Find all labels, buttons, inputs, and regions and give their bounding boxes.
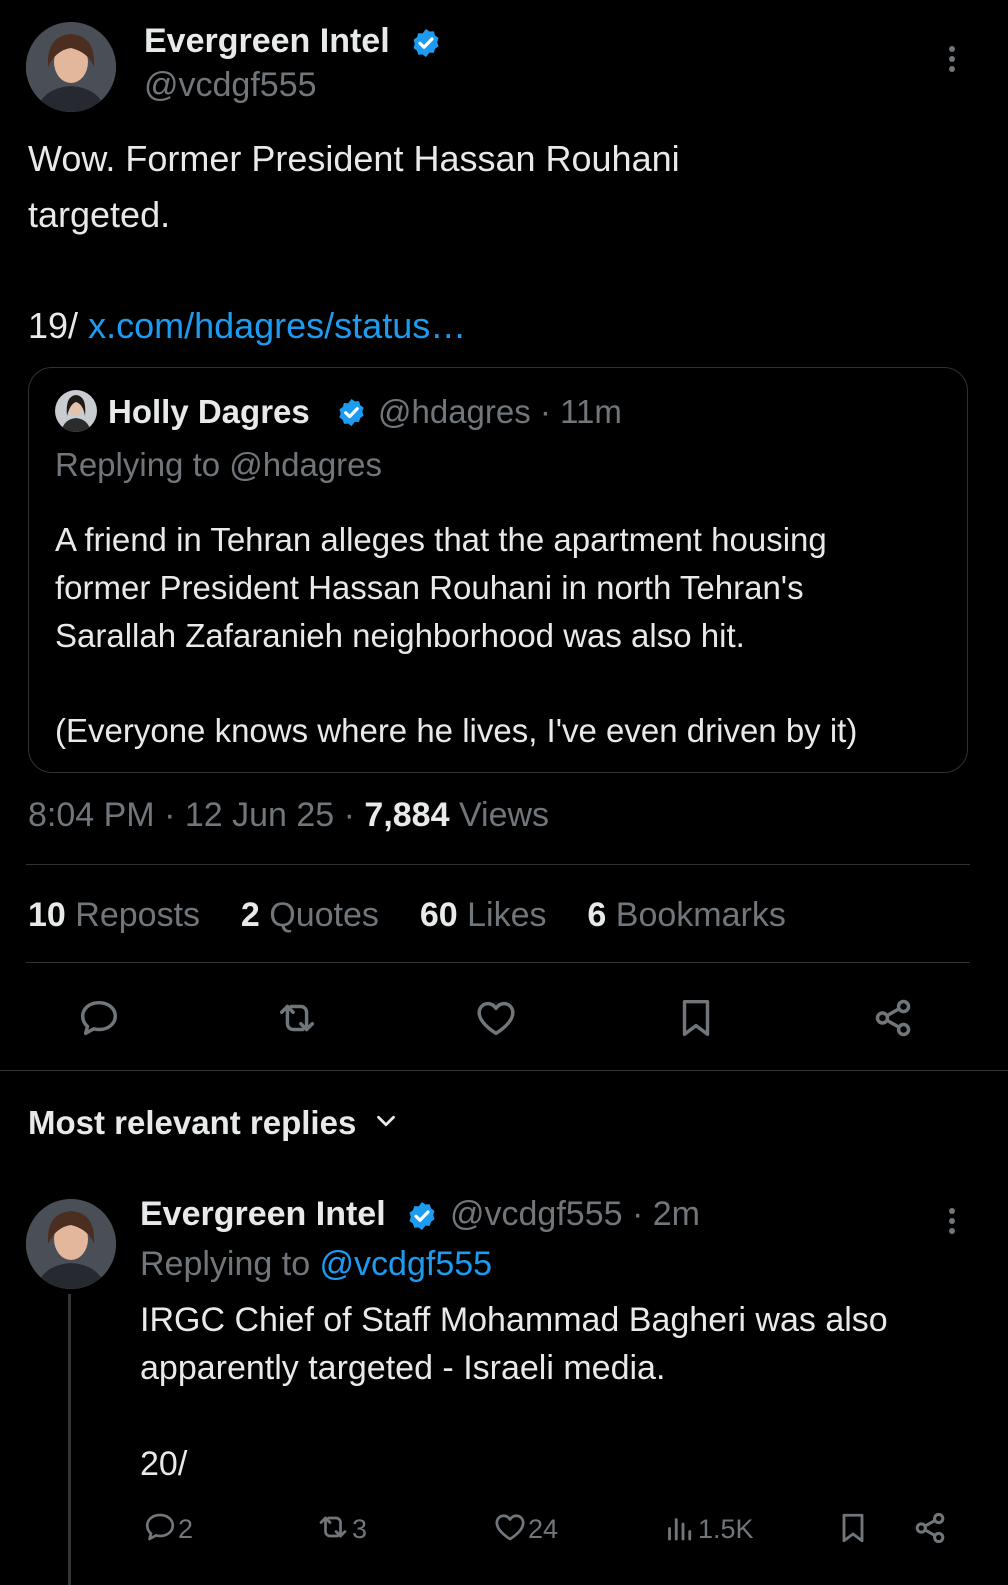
quoted-text-line: A friend in Tehran alleges that the apar… <box>55 521 827 558</box>
reply-reposts-count: 3 <box>352 1514 368 1544</box>
quoted-text-line: former President Hassan Rouhani in north… <box>55 569 804 606</box>
quoted-replying-to: Replying to @hdagres <box>55 446 383 483</box>
thread-line <box>68 1294 71 1585</box>
reply-views-action[interactable]: 1.5K <box>662 1509 754 1550</box>
reply-replies-count: 2 <box>178 1514 194 1544</box>
quoted-text-line: (Everyone knows where he lives, I've eve… <box>55 712 858 749</box>
reply-replying-to: Replying to @vcdgf555 <box>140 1245 492 1284</box>
likes-label: Likes <box>467 896 547 934</box>
views-label: Views <box>449 796 550 834</box>
repost-icon <box>314 1509 352 1550</box>
tweet-text-line-1: Wow. Former President Hassan Rouhani <box>28 138 680 179</box>
quoted-author-handle[interactable]: @hdagres · 11m <box>378 393 622 431</box>
bookmarks-stat[interactable]: 6 Bookmarks <box>587 896 785 934</box>
reply-more-options-icon[interactable] <box>949 1204 955 1238</box>
quoted-author-avatar[interactable] <box>55 390 97 432</box>
reply-author-handle[interactable]: @vcdgf555 · 2m <box>450 1195 700 1234</box>
more-options-icon[interactable] <box>949 42 955 76</box>
share-icon[interactable] <box>911 1509 949 1552</box>
reposts-count: 10 <box>28 896 66 934</box>
author-name[interactable]: Evergreen Intel <box>144 22 390 61</box>
chevron-down-icon <box>371 1106 401 1144</box>
reposts-stat[interactable]: 10 Reposts <box>28 896 200 934</box>
tweet-text-line-2: targeted. <box>28 194 171 235</box>
timestamp[interactable]: 8:04 PM · 12 Jun 25 · <box>28 796 364 834</box>
reply-likes-action[interactable]: 24 <box>492 1509 558 1550</box>
verified-badge-icon <box>410 27 442 64</box>
thread-number: 19/ <box>28 305 79 346</box>
reply-likes-count: 24 <box>528 1514 559 1544</box>
reply-text-line: IRGC Chief of Staff Mohammad Bagheri was… <box>140 1301 888 1339</box>
bookmarks-label: Bookmarks <box>615 896 786 934</box>
reply-text-line: apparently targeted - Israeli media. <box>140 1349 666 1387</box>
reply-author-avatar[interactable] <box>26 1199 116 1289</box>
replies-sort-label: Most relevant replies <box>28 1104 357 1141</box>
quoted-verified-badge-icon <box>336 397 367 433</box>
reply-author-name[interactable]: Evergreen Intel <box>140 1195 386 1234</box>
reply-verified-badge-icon <box>406 1200 438 1237</box>
views-icon <box>662 1509 698 1550</box>
quotes-count: 2 <box>240 896 260 934</box>
divider <box>26 864 970 865</box>
like-icon[interactable] <box>473 995 519 1046</box>
quotes-label: Quotes <box>269 896 379 934</box>
reposts-label: Reposts <box>75 896 201 934</box>
tweet-meta: 8:04 PM · 12 Jun 25 · 7,884 Views <box>28 796 549 835</box>
bookmark-icon[interactable] <box>835 1509 871 1552</box>
replies-sort-dropdown[interactable]: Most relevant replies <box>28 1104 401 1144</box>
quoted-tweet-text: A friend in Tehran alleges that the apar… <box>55 516 857 755</box>
author-avatar[interactable] <box>26 22 116 112</box>
reply-text: IRGC Chief of Staff Mohammad Bagheri was… <box>140 1296 888 1488</box>
bookmarks-count: 6 <box>587 896 607 934</box>
likes-stat[interactable]: 60 Likes <box>420 896 547 934</box>
reply-thread-number: 20/ <box>140 1445 188 1483</box>
author-handle[interactable]: @vcdgf555 <box>144 66 317 105</box>
reply-replies-action[interactable]: 2 <box>142 1509 193 1550</box>
likes-count: 60 <box>419 896 458 934</box>
quoted-author-name[interactable]: Holly Dagres <box>108 393 310 431</box>
stats-row: 10 Reposts 2 Quotes 60 Likes 6 Bookmarks <box>28 896 786 935</box>
repost-icon[interactable] <box>273 995 321 1046</box>
replying-prefix: Replying to <box>140 1245 320 1283</box>
section-divider <box>0 1070 1008 1071</box>
reply-icon <box>142 1509 178 1550</box>
like-icon <box>492 1509 528 1550</box>
reply-icon[interactable] <box>76 995 122 1046</box>
views-count: 7,884 <box>364 796 450 834</box>
tweet-link[interactable]: x.com/hdagres/status… <box>88 305 466 346</box>
quoted-text-line: Sarallah Zafaranieh neighborhood was als… <box>55 617 745 654</box>
reply-reposts-action[interactable]: 3 <box>314 1509 367 1550</box>
reply-views-count: 1.5K <box>698 1514 754 1544</box>
tweet-link-line: 19/ x.com/hdagres/status… <box>28 297 466 354</box>
bookmark-icon[interactable] <box>673 995 719 1046</box>
divider <box>26 962 970 963</box>
replying-handle-link[interactable]: @vcdgf555 <box>320 1245 493 1283</box>
quotes-stat[interactable]: 2 Quotes <box>241 896 379 934</box>
share-icon[interactable] <box>870 995 916 1046</box>
